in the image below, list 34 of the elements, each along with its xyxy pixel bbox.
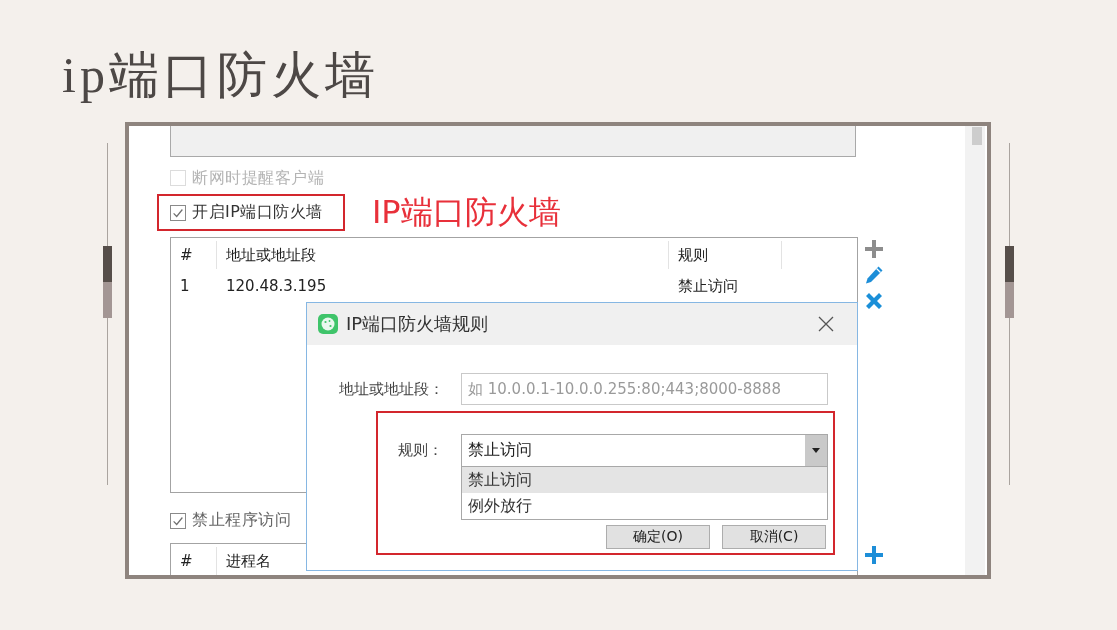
- rule-dropdown[interactable]: 禁止访问: [461, 434, 828, 467]
- address-input[interactable]: 如 10.0.0.1-10.0.0.255:80;443;8000-8888: [461, 373, 828, 405]
- pencil-icon[interactable]: [864, 265, 884, 285]
- add-icon[interactable]: [864, 239, 884, 259]
- column-header: 规则: [669, 241, 782, 269]
- checkbox-label: 断网时提醒客户端: [192, 167, 324, 189]
- caret-icon[interactable]: [805, 435, 827, 466]
- checkbox[interactable]: [170, 204, 186, 221]
- column-header: 地址或地址段: [217, 241, 669, 269]
- annotation-text: IP端口防火墙: [371, 194, 561, 231]
- app-icon: [318, 314, 338, 334]
- table-cell-text: 1: [179, 277, 191, 295]
- checkbox-label: 禁止程序访问: [192, 510, 291, 531]
- delete-icon[interactable]: [864, 291, 884, 311]
- dropdown-option[interactable]: 例外放行: [462, 493, 827, 519]
- field-label: 规则：: [397, 441, 443, 460]
- field-label: 地址或地址段：: [338, 379, 444, 399]
- checkbox[interactable]: [170, 512, 186, 529]
- dialog-button[interactable]: 确定(O): [606, 525, 710, 549]
- column-header: #: [171, 241, 217, 269]
- scrollbar-thumb[interactable]: [972, 127, 982, 145]
- text-area-field[interactable]: [170, 126, 856, 157]
- dialog-title: IP端口防火墙规则: [346, 312, 489, 336]
- column-header: 进程名: [225, 551, 271, 572]
- dropdown-option[interactable]: 禁止访问: [462, 467, 827, 493]
- column-header: #: [171, 547, 217, 575]
- dialog-button[interactable]: 取消(C): [722, 525, 826, 549]
- close-icon[interactable]: [818, 316, 834, 332]
- table-cell-text: 120.48.3.195: [225, 277, 328, 295]
- scrollbar[interactable]: [965, 126, 985, 575]
- add-icon[interactable]: [864, 545, 884, 565]
- checkbox-label: 开启IP端口防火墙: [192, 202, 323, 223]
- table-cell-text: 禁止访问: [677, 276, 739, 296]
- slide-title: ip端口防火墙: [62, 46, 379, 105]
